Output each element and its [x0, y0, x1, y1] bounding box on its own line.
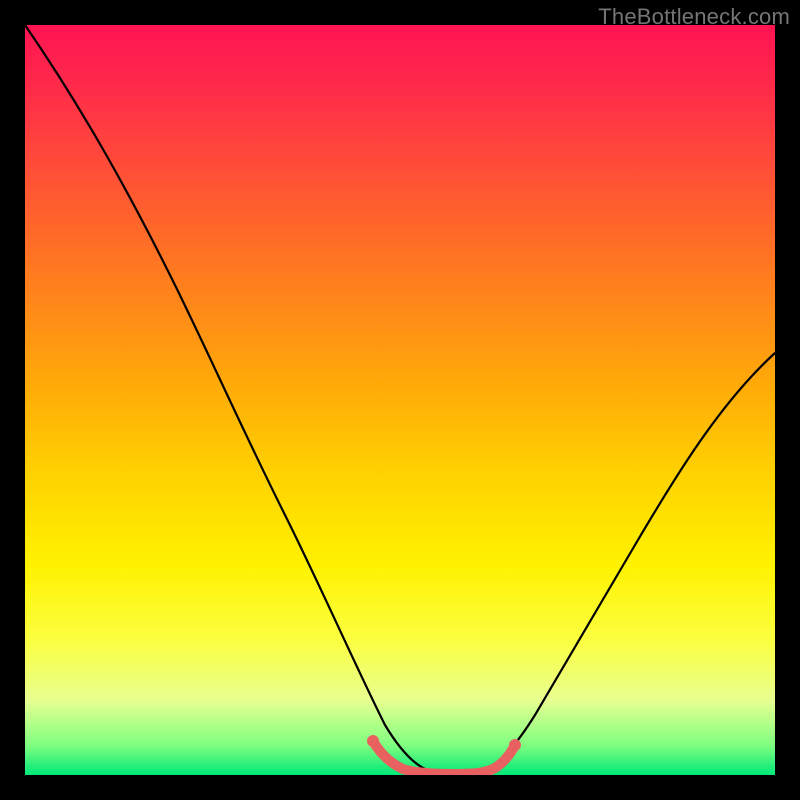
marker-dot-left	[367, 735, 379, 747]
marker-dot-right	[509, 739, 521, 751]
optimal-range-marker	[373, 741, 515, 774]
bottleneck-curve-line	[25, 25, 775, 773]
chart-svg	[25, 25, 775, 775]
plot-area	[25, 25, 775, 775]
watermark-text: TheBottleneck.com	[598, 4, 790, 30]
chart-container: TheBottleneck.com	[0, 0, 800, 800]
